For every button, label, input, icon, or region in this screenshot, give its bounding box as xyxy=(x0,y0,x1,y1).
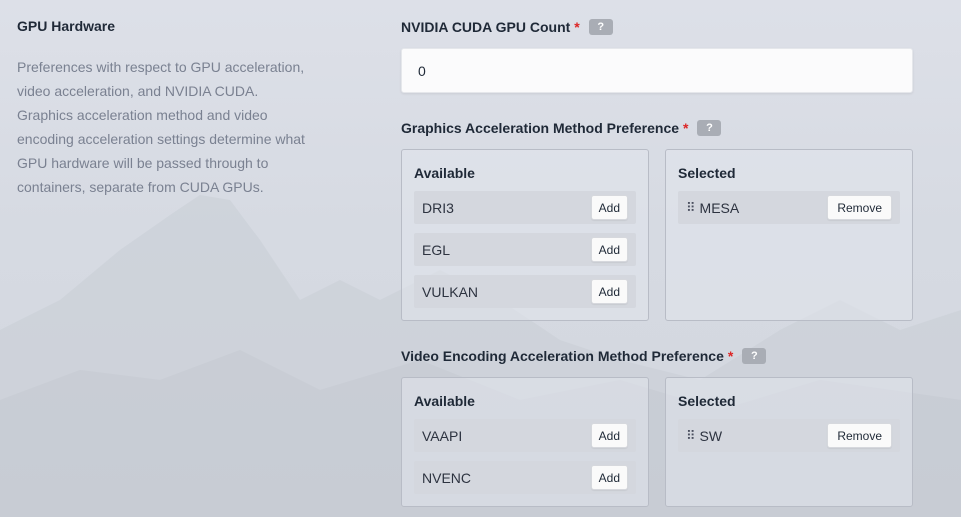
add-button[interactable]: Add xyxy=(590,279,628,304)
required-mark: * xyxy=(727,348,734,364)
list-item: VAAPI Add xyxy=(414,419,636,452)
item-label: NVENC xyxy=(422,469,472,486)
list-item: VULKAN Add xyxy=(414,275,636,308)
cuda-gpu-count-input[interactable] xyxy=(401,48,913,93)
video-accel-label-text: Video Encoding Acceleration Method Prefe… xyxy=(401,348,724,364)
help-icon[interactable]: ? xyxy=(697,120,722,136)
section-description: Preferences with respect to GPU accelera… xyxy=(17,59,305,195)
help-icon[interactable]: ? xyxy=(742,348,767,364)
video-selected-panel: Selected ⠿ SW Remove xyxy=(665,377,913,507)
item-label: EGL xyxy=(422,241,451,258)
selected-item[interactable]: ⠿ MESA Remove xyxy=(678,191,900,224)
panel-title: Available xyxy=(414,393,475,409)
remove-button[interactable]: Remove xyxy=(827,195,892,220)
required-mark: * xyxy=(574,19,580,35)
item-label: VAAPI xyxy=(422,427,463,444)
drag-handle-icon[interactable]: ⠿ xyxy=(686,428,695,444)
list-item: NVENC Add xyxy=(414,461,636,494)
add-button[interactable]: Add xyxy=(590,423,628,448)
video-available-panel: Available VAAPI Add NVENC Add xyxy=(401,377,649,507)
add-button[interactable]: Add xyxy=(590,465,628,490)
item-label-wrap: ⠿ MESA xyxy=(686,200,739,216)
panel-title: Available xyxy=(414,165,475,181)
section-title: GPU Hardware xyxy=(17,18,116,34)
selected-item[interactable]: ⠿ SW Remove xyxy=(678,419,900,452)
list-item: DRI3 Add xyxy=(414,191,636,224)
add-button[interactable]: Add xyxy=(590,195,628,220)
video-accel-label: Video Encoding Acceleration Method Prefe… xyxy=(401,348,767,364)
item-label: MESA xyxy=(699,199,740,216)
graphics-accel-label: Graphics Acceleration Method Preference … xyxy=(401,120,722,136)
item-label: DRI3 xyxy=(422,199,454,216)
cuda-gpu-count-label: NVIDIA CUDA GPU Count * ? xyxy=(401,19,613,35)
graphics-selected-panel: Selected ⠿ MESA Remove xyxy=(665,149,913,321)
help-icon[interactable]: ? xyxy=(588,19,613,35)
cuda-gpu-count-label-text: NVIDIA CUDA GPU Count xyxy=(401,19,571,35)
add-button[interactable]: Add xyxy=(590,237,628,262)
graphics-available-panel: Available DRI3 Add EGL Add VULKAN Add xyxy=(401,149,649,321)
required-mark: * xyxy=(683,120,689,136)
remove-button[interactable]: Remove xyxy=(827,423,892,448)
graphics-accel-label-text: Graphics Acceleration Method Preference xyxy=(401,120,680,136)
item-label: SW xyxy=(699,427,723,444)
panel-title: Selected xyxy=(678,393,736,409)
list-item: EGL Add xyxy=(414,233,636,266)
item-label: VULKAN xyxy=(422,283,479,300)
panel-title: Selected xyxy=(678,165,736,181)
item-label-wrap: ⠿ SW xyxy=(686,428,722,444)
drag-handle-icon[interactable]: ⠿ xyxy=(686,200,695,216)
